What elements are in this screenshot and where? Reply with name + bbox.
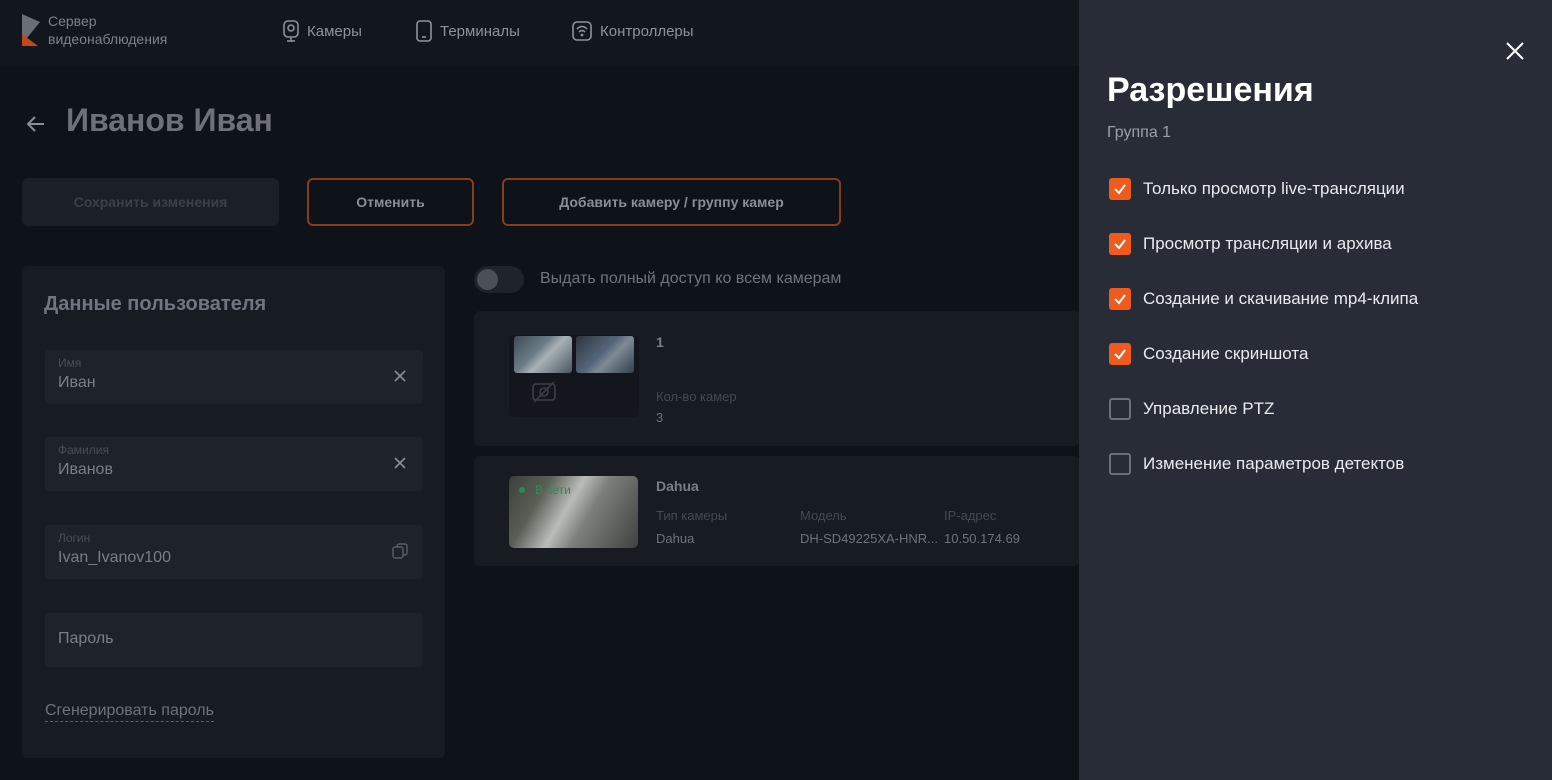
- camera-ip-value: 10.50.174.69: [944, 531, 1020, 546]
- first-name-label: Имя: [58, 356, 82, 370]
- nav-label-cameras: Камеры: [307, 22, 362, 40]
- check-icon: [1114, 349, 1126, 360]
- nav-label-controllers: Контроллеры: [600, 22, 694, 40]
- camera-group-name: 1: [656, 334, 664, 350]
- logo-icon: [22, 14, 40, 46]
- save-button[interactable]: Сохранить изменения: [22, 178, 279, 226]
- terminal-icon: [416, 20, 432, 42]
- nav-item-controllers[interactable]: Контроллеры: [571, 20, 694, 42]
- camera-card[interactable]: В сети Dahua Тип камеры Dahua Модель DH-…: [474, 456, 1080, 566]
- user-data-card: Данные пользователя Имя Иван Фамилия Ива…: [22, 266, 445, 758]
- status-text: В сети: [535, 483, 571, 497]
- camera-model-label: Модель: [800, 508, 847, 523]
- panel-subtitle: Группа 1: [1107, 124, 1172, 141]
- page-title: Иванов Иван: [66, 102, 273, 138]
- password-placeholder: Пароль: [58, 630, 114, 647]
- logo-line-1: Сервер: [48, 13, 97, 29]
- login-label: Логин: [58, 531, 91, 545]
- last-name-value: Иванов: [58, 461, 113, 478]
- close-icon[interactable]: [1504, 40, 1526, 62]
- camera-type-value: Dahua: [656, 531, 695, 546]
- permission-mp4-clip[interactable]: Создание и скачивание mp4-клипа: [1109, 288, 1418, 310]
- logo-text: Сервер видеонаблюдения: [48, 12, 167, 48]
- status-dot: [519, 487, 525, 493]
- full-access-label: Выдать полный доступ ко всем камерам: [540, 270, 842, 287]
- checkbox-checked[interactable]: [1109, 343, 1131, 365]
- permission-ptz[interactable]: Управление PTZ: [1109, 398, 1274, 420]
- first-name-value: Иван: [58, 374, 96, 391]
- full-access-toggle[interactable]: [474, 266, 524, 293]
- user-card-title: Данные пользователя: [44, 293, 267, 315]
- panel-title: Разрешения: [1107, 71, 1314, 109]
- copy-icon[interactable]: [391, 542, 409, 560]
- camera-model-value: DH-SD49225XA-HNR...: [800, 531, 938, 546]
- checkbox-unchecked[interactable]: [1109, 453, 1131, 475]
- nav-item-cameras[interactable]: Камеры: [282, 20, 362, 42]
- camera-count-value: 3: [656, 410, 664, 425]
- camera-type-label: Тип камеры: [656, 508, 728, 523]
- login-value: Ivan_Ivanov100: [58, 549, 171, 566]
- camera-group-thumbnails: [509, 335, 639, 417]
- app-logo[interactable]: Сервер видеонаблюдения: [20, 12, 167, 48]
- permission-label: Создание скриншота: [1143, 344, 1309, 363]
- checkbox-checked[interactable]: [1109, 233, 1131, 255]
- back-arrow-icon[interactable]: [24, 112, 48, 136]
- permission-label: Только просмотр live-трансляции: [1143, 179, 1405, 198]
- permission-archive-view[interactable]: Просмотр трансляции и архива: [1109, 233, 1392, 255]
- online-status: В сети: [519, 483, 571, 497]
- camera-thumbnail: [576, 336, 634, 373]
- top-bar: Сервер видеонаблюдения Камеры Терминалы …: [0, 0, 1080, 66]
- checkbox-checked[interactable]: [1109, 288, 1131, 310]
- toggle-knob: [477, 269, 498, 290]
- camera-thumbnail: [514, 336, 572, 373]
- first-name-field[interactable]: Имя Иван: [45, 350, 423, 404]
- checkbox-checked[interactable]: [1109, 178, 1131, 200]
- camera-off-icon: [532, 381, 556, 403]
- controller-icon: [572, 21, 592, 41]
- camera-count-label: Кол-во камер: [656, 389, 737, 404]
- cancel-button[interactable]: Отменить: [307, 178, 474, 226]
- nav-label-terminals: Терминалы: [440, 22, 520, 40]
- last-name-field[interactable]: Фамилия Иванов: [45, 437, 423, 491]
- clear-icon[interactable]: [391, 367, 409, 385]
- logo-line-2: видеонаблюдения: [48, 31, 168, 47]
- check-icon: [1114, 239, 1126, 250]
- camera-group-card[interactable]: 1 Кол-во камер 3: [474, 311, 1080, 446]
- permission-live-view[interactable]: Только просмотр live-трансляции: [1109, 178, 1405, 200]
- add-camera-button[interactable]: Добавить камеру / группу камер: [502, 178, 841, 226]
- generate-password-link[interactable]: Сгенерировать пароль: [45, 702, 214, 722]
- camera-icon: [283, 20, 299, 42]
- clear-icon[interactable]: [391, 454, 409, 472]
- last-name-label: Фамилия: [58, 443, 109, 457]
- check-icon: [1114, 184, 1126, 195]
- password-field[interactable]: Пароль: [45, 613, 423, 667]
- login-field[interactable]: Логин Ivan_Ivanov100: [45, 525, 423, 579]
- permissions-panel: Разрешения Группа 1 Только просмотр live…: [1079, 0, 1552, 780]
- permission-label: Просмотр трансляции и архива: [1143, 234, 1392, 253]
- permission-label: Создание и скачивание mp4-клипа: [1143, 289, 1419, 308]
- checkbox-unchecked[interactable]: [1109, 398, 1131, 420]
- camera-ip-label: IP-адрес: [944, 508, 997, 523]
- check-icon: [1114, 294, 1126, 305]
- nav-item-terminals[interactable]: Терминалы: [415, 20, 520, 42]
- permission-label: Управление PTZ: [1143, 399, 1275, 418]
- camera-name: Dahua: [656, 478, 699, 494]
- permission-screenshot[interactable]: Создание скриншота: [1109, 343, 1308, 365]
- camera-preview: В сети: [509, 476, 638, 548]
- permission-label: Изменение параметров детектов: [1143, 454, 1405, 473]
- permission-detector-settings[interactable]: Изменение параметров детектов: [1109, 453, 1404, 475]
